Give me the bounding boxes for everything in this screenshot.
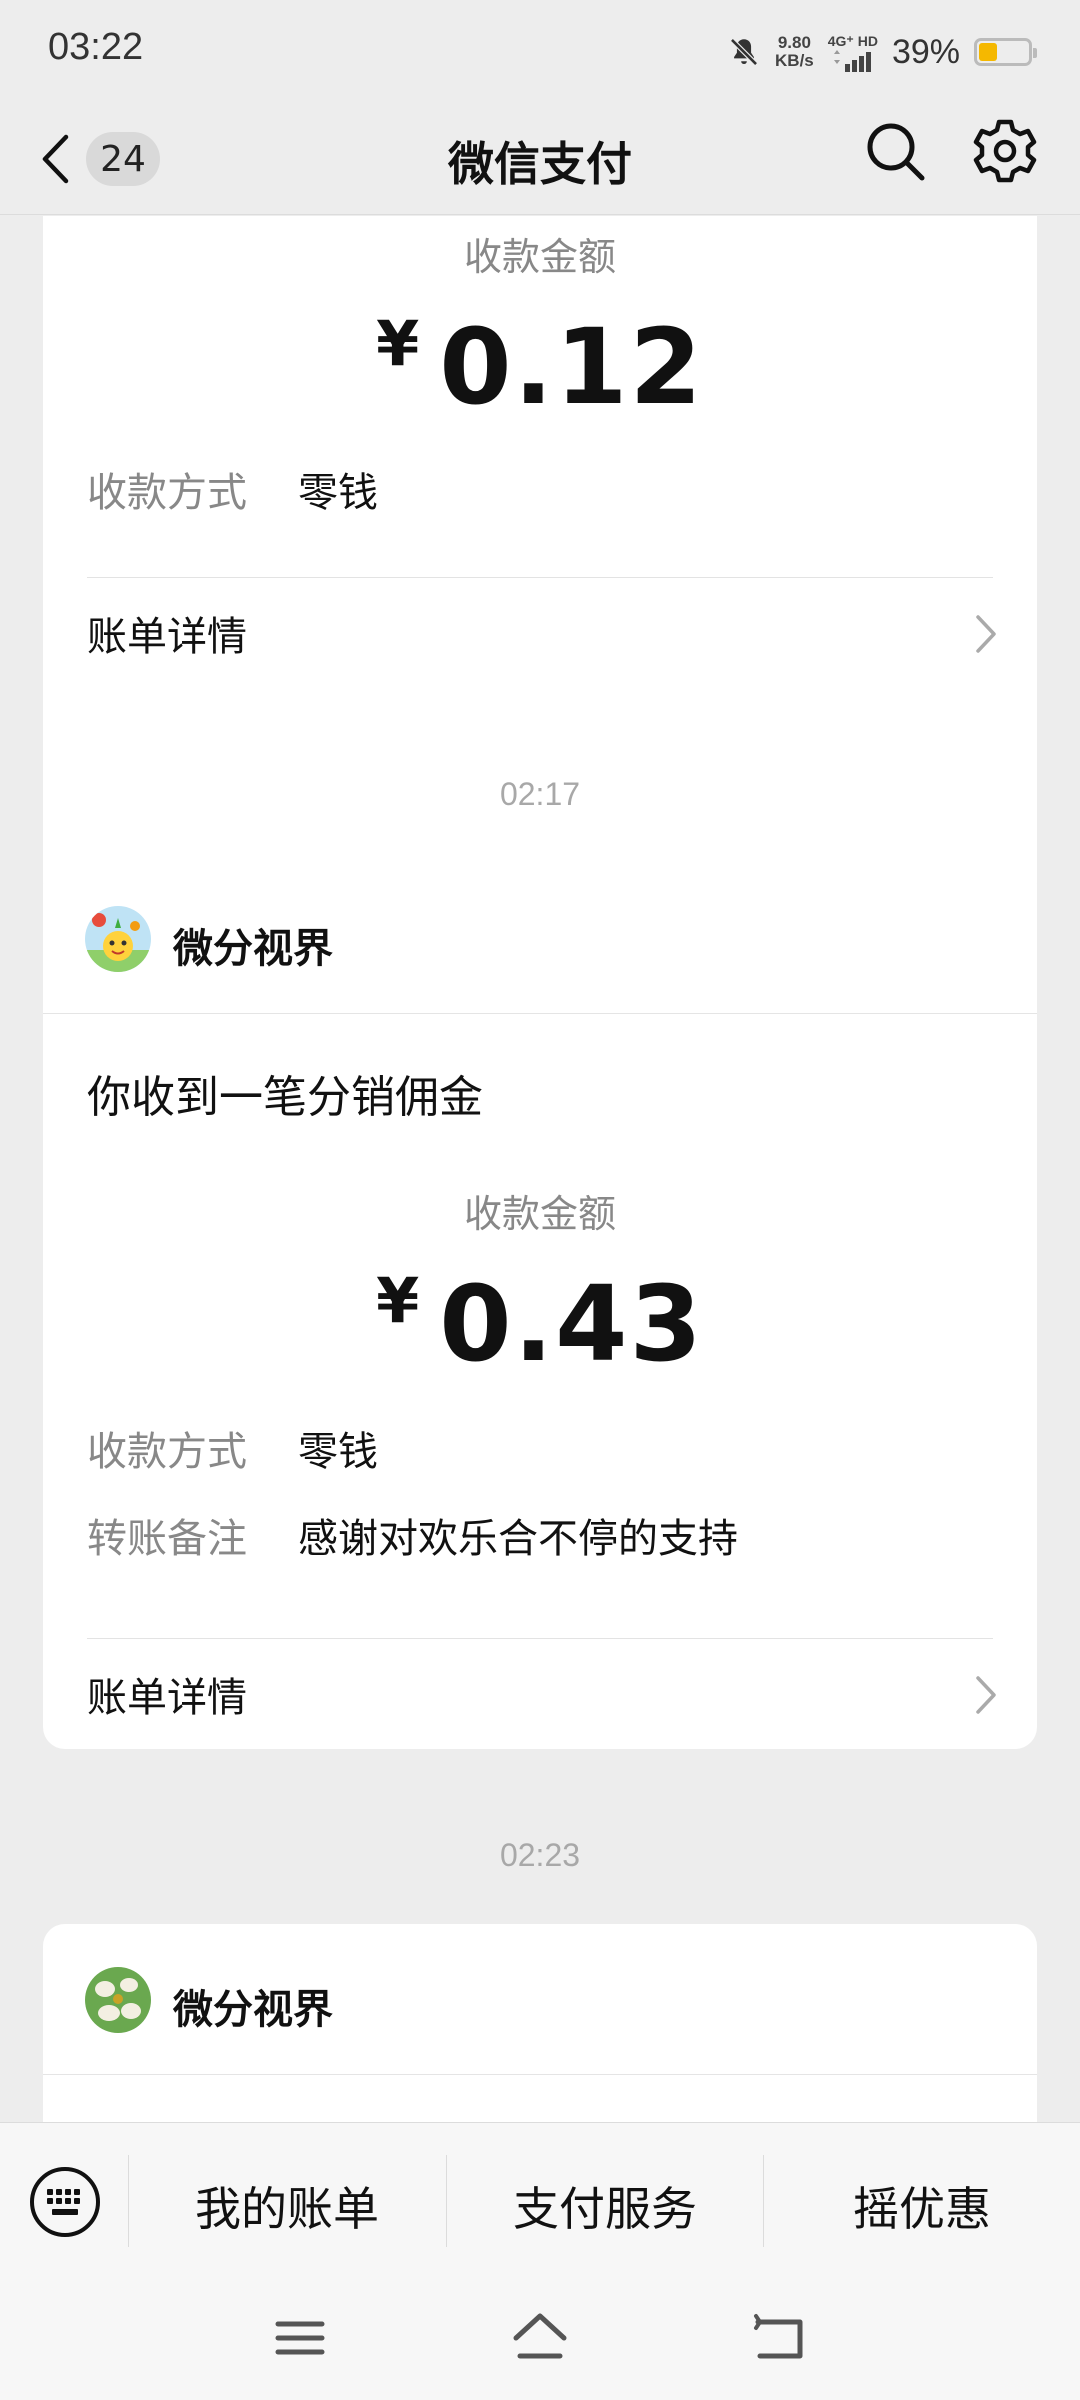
recent-apps-icon[interactable]	[270, 2308, 330, 2368]
payment-message-card: 微分视界 你收到一笔分销佣金 收款金额 ¥0.43 收款方式 零钱 转账备注 感…	[43, 863, 1037, 1749]
avatar-image-icon	[85, 1967, 151, 2033]
network-speed: 9.80 KB/s	[775, 33, 814, 70]
network-type: 4G⁺ HD	[828, 33, 878, 72]
payment-method-label: 收款方式	[87, 1429, 247, 1475]
system-navigation-bar	[0, 2280, 1080, 2400]
status-icons: 9.80 KB/s 4G⁺ HD 39%	[727, 28, 1037, 76]
bill-details-label: 账单详情	[87, 614, 247, 660]
transfer-note-value: 感谢对欢乐合不停的支持	[298, 1516, 738, 1562]
back-button[interactable]: 24	[40, 124, 170, 194]
unread-count-badge: 24	[86, 132, 160, 186]
keyboard-icon[interactable]	[28, 2165, 102, 2239]
battery-percent: 39%	[891, 32, 960, 71]
notification-muted-icon	[729, 37, 759, 67]
battery-icon	[974, 38, 1037, 66]
message-list[interactable]: 收款金额 ¥0.12 收款方式 零钱 账单详情 02:17 微分视界 你收到一笔…	[0, 216, 1080, 2122]
divider	[43, 2074, 1037, 2075]
signal-icon	[833, 49, 871, 72]
merchant-name[interactable]: 微分视界	[173, 916, 333, 974]
avatar-image-icon	[85, 906, 151, 972]
bill-details-link[interactable]: 账单详情	[43, 1639, 1037, 1749]
back-nav-icon[interactable]	[750, 2308, 810, 2368]
status-time: 03:22	[48, 26, 144, 68]
payment-method-value: 零钱	[298, 1429, 378, 1475]
chevron-left-icon	[42, 134, 69, 184]
currency-symbol: ¥	[376, 1264, 422, 1337]
payment-amount: ¥0.43	[376, 1263, 704, 1385]
merchant-name[interactable]: 微分视界	[173, 1977, 333, 2035]
menu-payment-services[interactable]: 支付服务	[447, 2173, 763, 2239]
currency-symbol: ¥	[376, 307, 422, 380]
service-menu-bar: 我的账单 支付服务 摇优惠	[0, 2122, 1080, 2280]
payment-method-label: 收款方式	[87, 470, 247, 516]
search-icon[interactable]	[862, 118, 928, 184]
battery-fill	[979, 43, 998, 61]
chevron-right-icon	[976, 1676, 996, 1714]
status-bar: 03:22 9.80 KB/s 4G⁺ HD 39%	[0, 0, 1080, 100]
amount-label: 收款金额	[463, 1192, 616, 1236]
message-timestamp: 02:17	[499, 776, 581, 812]
payment-amount: ¥0.12	[376, 306, 704, 428]
merchant-avatar[interactable]	[85, 1967, 151, 2033]
payment-message-card: 微分视界	[43, 1924, 1037, 2122]
payment-method-value: 零钱	[298, 470, 378, 516]
menu-my-bills[interactable]: 我的账单	[129, 2173, 445, 2239]
chevron-right-icon	[976, 615, 996, 653]
message-timestamp: 02:23	[499, 1837, 581, 1873]
bill-details-label: 账单详情	[87, 1675, 247, 1721]
amount-label: 收款金额	[463, 235, 616, 279]
home-icon[interactable]	[510, 2308, 570, 2368]
merchant-avatar[interactable]	[85, 906, 151, 972]
bill-details-link[interactable]: 账单详情	[43, 578, 1037, 688]
message-headline: 你收到一笔分销佣金	[87, 1072, 483, 1123]
divider	[43, 1013, 1037, 1014]
transfer-note-label: 转账备注	[87, 1516, 247, 1562]
menu-shake-offers[interactable]: 摇优惠	[764, 2173, 1080, 2239]
gear-icon[interactable]	[970, 116, 1040, 186]
